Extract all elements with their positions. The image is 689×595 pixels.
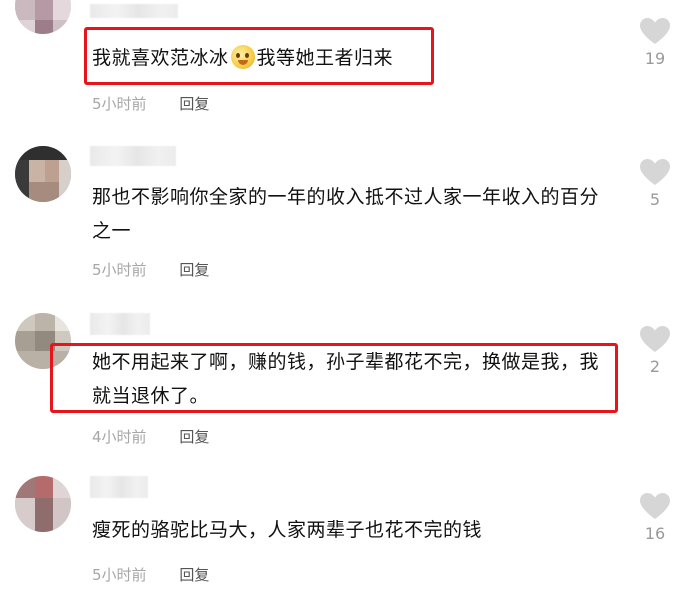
comment-item: 那也不影响你全家的一年的收入抵不过人家一年收入的百分之一 5小时前 回复 5 (0, 125, 689, 285)
timestamp: 5小时前 (92, 95, 147, 113)
like-count: 5 (649, 190, 661, 209)
comment-meta: 4小时前 回复 (92, 426, 209, 447)
comment-meta: 5小时前 回复 (92, 93, 209, 114)
heart-icon (640, 18, 670, 44)
reply-button[interactable]: 回复 (179, 428, 209, 446)
highlight-box (50, 343, 618, 413)
reply-button[interactable]: 回复 (179, 95, 209, 113)
like-button[interactable]: 19 (638, 18, 672, 68)
heart-icon (640, 159, 670, 185)
comment-text: 瘦死的骆驼比马大，人家两辈子也花不完的钱 (92, 519, 483, 541)
username-blurred[interactable] (90, 4, 178, 18)
reply-button[interactable]: 回复 (179, 261, 209, 279)
username-blurred[interactable] (90, 476, 148, 498)
highlight-box (84, 27, 434, 85)
like-button[interactable]: 5 (638, 159, 672, 209)
heart-icon (640, 326, 670, 352)
timestamp: 4小时前 (92, 428, 147, 446)
comment-text: 那也不影响你全家的一年的收入抵不过人家一年收入的百分之一 (92, 186, 600, 242)
comment-meta: 5小时前 回复 (92, 259, 209, 280)
username-blurred[interactable] (90, 313, 150, 335)
heart-icon (640, 493, 670, 519)
comment-meta: 5小时前 回复 (92, 564, 209, 585)
like-button[interactable]: 16 (638, 493, 672, 543)
like-count: 19 (644, 49, 666, 68)
avatar[interactable] (15, 146, 71, 202)
reply-button[interactable]: 回复 (179, 566, 209, 584)
comment-item: 瘦死的骆驼比马大，人家两辈子也花不完的钱 5小时前 回复 16 (0, 458, 689, 595)
timestamp: 5小时前 (92, 261, 147, 279)
like-count: 16 (644, 524, 666, 543)
like-button[interactable]: 2 (638, 326, 672, 376)
avatar[interactable] (15, 0, 71, 34)
like-count: 2 (649, 357, 661, 376)
timestamp: 5小时前 (92, 566, 147, 584)
avatar[interactable] (15, 476, 71, 532)
username-blurred[interactable] (90, 146, 176, 166)
